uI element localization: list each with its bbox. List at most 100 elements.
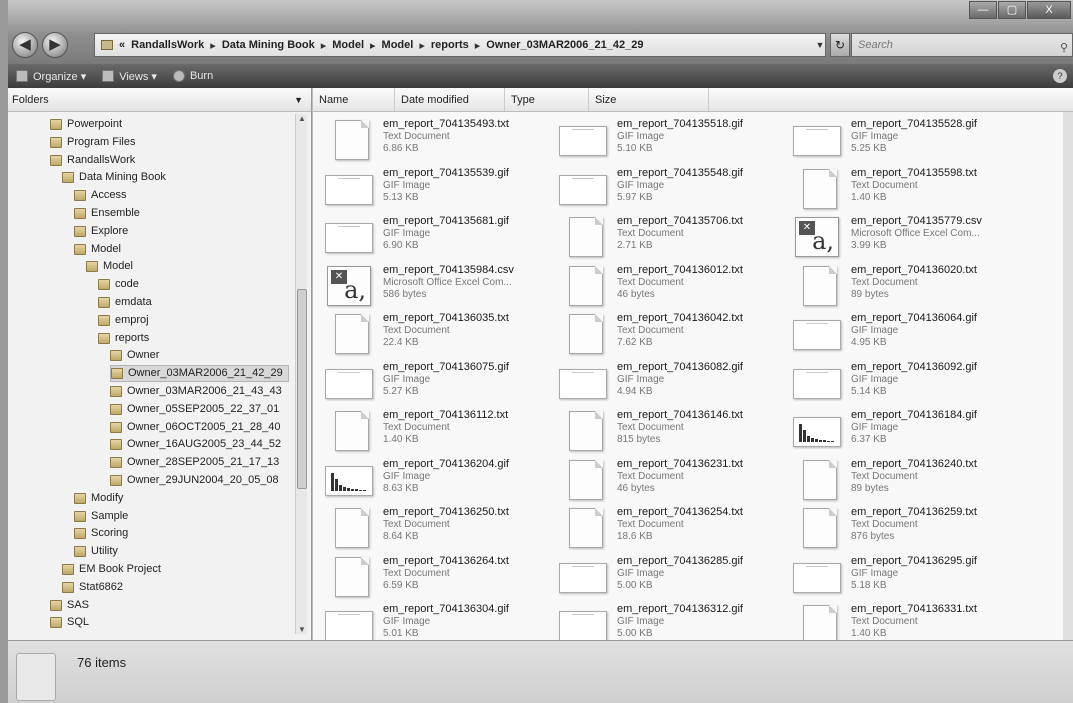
breadcrumb-separator[interactable]: ▸ [210, 39, 216, 52]
folder-tree-label: SAS [67, 598, 90, 611]
minimize-button[interactable]: — [969, 1, 997, 19]
breadcrumb-separator[interactable]: ▸ [370, 39, 376, 52]
folder-tree-item[interactable]: Modify [74, 490, 123, 507]
folder-tree-item[interactable]: Utility [74, 543, 118, 560]
folder-tree-item[interactable]: SAS [50, 597, 89, 614]
file-item[interactable]: em_report_704136075.gif GIF Image 5.27 KB [325, 361, 555, 407]
file-item[interactable]: em_report_704135528.gif GIF Image 5.25 KB [793, 118, 1023, 164]
file-item[interactable]: em_report_704136042.txt Text Document 7.62… [559, 312, 789, 358]
histogram-bar [819, 440, 822, 442]
file-item[interactable]: em_report_704135539.gif GIF Image 5.13 KB [325, 167, 555, 213]
breadcrumb-item[interactable]: reports [431, 39, 469, 51]
folder-tree-item[interactable]: Model [74, 241, 121, 258]
scrollbar-thumb[interactable] [297, 289, 307, 489]
folder-tree-item[interactable]: Owner_05SEP2005_22_37_01 [110, 401, 279, 418]
folder-icon [50, 119, 62, 130]
folder-tree-item[interactable]: Owner_03MAR2006_21_42_29 [110, 365, 289, 383]
folder-tree-item[interactable]: emproj [98, 312, 149, 329]
burn-button[interactable]: Burn [172, 70, 213, 82]
chevron-down-icon[interactable]: ▼ [294, 88, 303, 112]
folder-tree-item[interactable]: Powerpoint [50, 116, 122, 133]
column-header-size[interactable]: Size [589, 88, 709, 111]
column-header-name[interactable]: Name [313, 88, 395, 111]
file-item[interactable]: em_report_704136064.gif GIF Image 4.95 KB [793, 312, 1023, 358]
folder-tree-item[interactable]: Owner [110, 347, 159, 364]
forward-button[interactable]: ▶ [42, 32, 68, 58]
breadcrumb-separator[interactable]: ▸ [475, 39, 481, 52]
column-header-type[interactable]: Type [505, 88, 589, 111]
folder-tree-item[interactable]: Stat6862 [62, 579, 123, 596]
breadcrumb-item-current[interactable]: Owner_03MAR2006_21_42_29 [486, 39, 643, 51]
folder-tree-item[interactable]: RandallsWork [50, 152, 135, 169]
folders-header[interactable]: Folders ▼ [8, 88, 311, 112]
file-item[interactable]: em_report_704136082.gif GIF Image 4.94 KB [559, 361, 789, 407]
file-item[interactable]: em_report_704136295.gif GIF Image 5.18 KB [793, 555, 1023, 601]
folder-tree-item[interactable]: Explore [74, 223, 128, 240]
breadcrumb-item[interactable]: RandallsWork [131, 39, 204, 51]
folder-tree-item[interactable]: EM Book Project [62, 561, 161, 578]
file-item[interactable]: ✕ a, em_report_704135779.csv Microsoft Offi… [793, 215, 1023, 261]
file-item[interactable]: em_report_704136112.txt Text Document 1.40… [325, 409, 555, 455]
folder-tree-item[interactable]: Ensemble [74, 205, 140, 222]
file-item[interactable]: em_report_704136035.txt Text Document 22.4… [325, 312, 555, 358]
folder-tree-item[interactable]: SQL [50, 614, 89, 631]
refresh-button[interactable]: ↻ [830, 33, 850, 57]
breadcrumb-separator[interactable]: ▸ [321, 39, 327, 52]
file-item[interactable]: em_report_704136092.gif GIF Image 5.14 KB [793, 361, 1023, 407]
file-item[interactable]: em_report_704135706.txt Text Document 2.71… [559, 215, 789, 261]
close-button[interactable]: X [1027, 1, 1071, 19]
file-item[interactable]: em_report_704136204.gif GIF Image 8.63 KB [325, 458, 555, 504]
folder-tree-item[interactable]: reports [98, 330, 149, 347]
folder-tree-item[interactable]: Owner_29JUN2004_20_05_08 [110, 472, 279, 489]
file-item[interactable]: em_report_704136231.txt Text Document 46 b… [559, 458, 789, 504]
file-list-scrollbar[interactable] [1063, 112, 1073, 640]
scroll-up-icon[interactable]: ▲ [298, 114, 306, 123]
file-item[interactable]: em_report_704135598.txt Text Document 1.40… [793, 167, 1023, 213]
search-input[interactable]: Search ⚲ [851, 33, 1073, 57]
folder-tree-item[interactable]: code [98, 276, 139, 293]
address-dropdown-icon[interactable]: ▼ [813, 33, 827, 57]
file-item[interactable]: em_report_704136264.txt Text Document 6.59… [325, 555, 555, 601]
folder-tree-item[interactable]: Owner_28SEP2005_21_17_13 [110, 454, 279, 471]
search-icon[interactable]: ⚲ [1060, 37, 1068, 59]
file-item[interactable]: em_report_704136250.txt Text Document 8.64… [325, 506, 555, 552]
help-icon[interactable]: ? [1053, 69, 1067, 83]
file-item[interactable]: em_report_704135493.txt Text Document 6.86… [325, 118, 555, 164]
address-bar[interactable]: « RandallsWork ▸ Data Mining Book ▸ Mode… [94, 33, 826, 57]
folder-tree-item[interactable]: Model [86, 258, 133, 275]
breadcrumb-item[interactable]: Model [382, 39, 414, 51]
folder-tree-item[interactable]: Program Files [50, 134, 135, 151]
folder-tree-item[interactable]: Sample [74, 508, 128, 525]
file-item[interactable]: em_report_704135518.gif GIF Image 5.10 KB [559, 118, 789, 164]
breadcrumb-item[interactable]: Model [332, 39, 364, 51]
folder-tree-item[interactable]: Owner_06OCT2005_21_28_40 [110, 419, 281, 436]
views-menu[interactable]: Views ▾ [102, 70, 157, 83]
back-button[interactable]: ◀ [12, 32, 38, 58]
folder-tree-item[interactable]: emdata [98, 294, 152, 311]
file-item[interactable]: em_report_704135681.gif GIF Image 6.90 KB [325, 215, 555, 261]
folder-tree-item[interactable]: Owner_16AUG2005_23_44_52 [110, 436, 281, 453]
file-item[interactable]: em_report_704136184.gif GIF Image 6.37 KB [793, 409, 1023, 455]
file-type: GIF Image [617, 179, 665, 191]
breadcrumb-item[interactable]: Data Mining Book [222, 39, 315, 51]
folder-tree-item[interactable]: Access [74, 187, 126, 204]
file-item[interactable]: em_report_704136254.txt Text Document 18.6… [559, 506, 789, 552]
scroll-down-icon[interactable]: ▼ [298, 625, 306, 634]
file-item[interactable]: em_report_704136259.txt Text Document 876 … [793, 506, 1023, 552]
file-item[interactable]: em_report_704135548.gif GIF Image 5.97 KB [559, 167, 789, 213]
maximize-button[interactable]: ▢ [998, 1, 1026, 19]
breadcrumb-separator[interactable]: ▸ [419, 39, 425, 52]
file-item[interactable]: em_report_704136285.gif GIF Image 5.00 KB [559, 555, 789, 601]
column-header-date-modified[interactable]: Date modified [395, 88, 505, 111]
file-item[interactable]: em_report_704136012.txt Text Document 46 b… [559, 264, 789, 310]
file-item[interactable]: em_report_704136146.txt Text Document 815 … [559, 409, 789, 455]
folder-tree-item[interactable]: Owner_03MAR2006_21_43_43 [110, 383, 282, 400]
breadcrumb-overflow[interactable]: « [119, 39, 125, 51]
file-item[interactable]: em_report_704136240.txt Text Document 89 b… [793, 458, 1023, 504]
folder-tree-scrollbar[interactable]: ▲ ▼ [295, 114, 307, 634]
file-item[interactable]: em_report_704136020.txt Text Document 89 b… [793, 264, 1023, 310]
organize-menu[interactable]: Organize ▾ [16, 70, 86, 83]
folder-tree-item[interactable]: Scoring [74, 525, 128, 542]
folder-tree-item[interactable]: Data Mining Book [62, 169, 166, 186]
file-item[interactable]: ✕ a, em_report_704135984.csv Microsoft Offi… [325, 264, 555, 310]
